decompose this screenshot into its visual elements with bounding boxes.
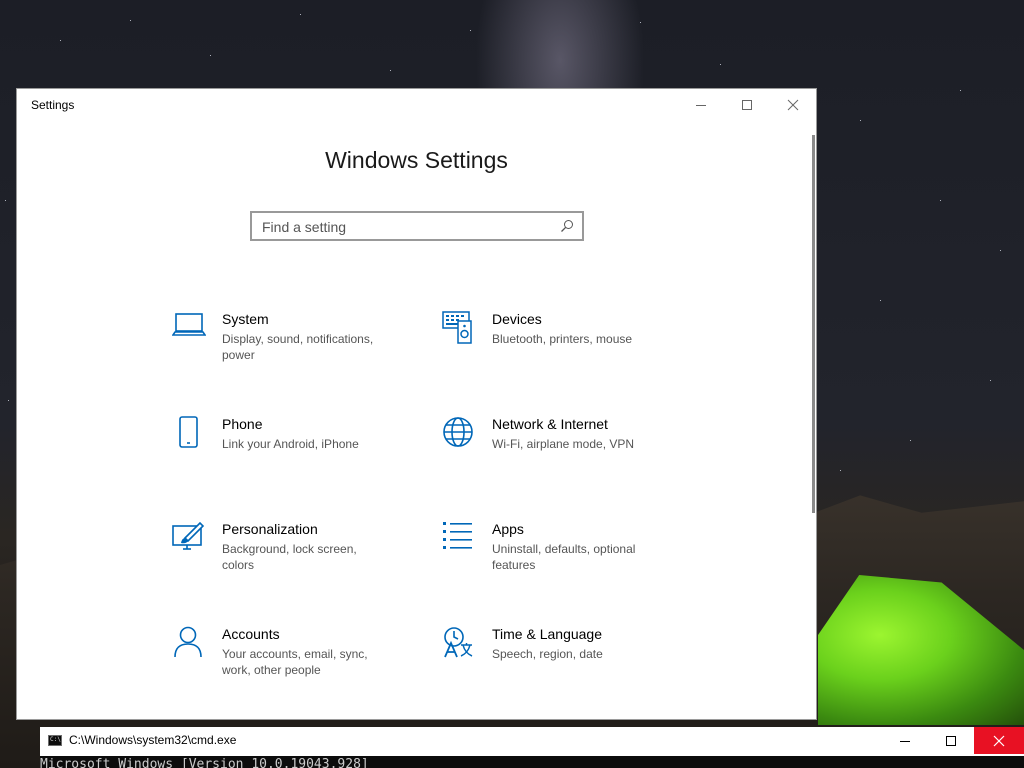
cmd-output-line: Microsoft Windows [Version 10.0.19043.92… [40, 757, 369, 768]
paint-brush-icon [172, 521, 205, 550]
settings-titlebar[interactable]: Settings [17, 89, 816, 121]
maximize-icon [946, 735, 956, 746]
tile-description: Background, lock screen, colors [222, 542, 357, 572]
globe-icon [443, 417, 473, 447]
tile-description: Display, sound, notifications, power [222, 332, 374, 362]
tile-name: Network & Internet [492, 416, 608, 432]
tile-name: Time & Language [492, 626, 602, 642]
close-icon [787, 99, 799, 111]
search-box[interactable] [250, 211, 584, 241]
cmd-icon: C:\ [48, 735, 62, 746]
tile-phone[interactable]: Phone Link your Android, iPhone [172, 416, 422, 496]
cmd-minimize-button[interactable] [882, 727, 928, 754]
tile-network-internet[interactable]: Network & Internet Wi-Fi, airplane mode,… [442, 416, 692, 496]
cmd-console[interactable]: Microsoft Windows [Version 10.0.19043.92… [40, 756, 1024, 768]
tile-description: Your accounts, email, sync, work, other … [222, 647, 368, 677]
vertical-scrollbar[interactable] [812, 135, 815, 513]
phone-icon [179, 416, 198, 448]
tile-personalization[interactable]: Personalization Background, lock screen,… [172, 521, 422, 601]
maximize-button[interactable] [724, 89, 770, 121]
tile-name: Phone [222, 416, 263, 432]
cmd-titlebar[interactable]: C:\ C:\Windows\system32\cmd.exe [40, 727, 1024, 754]
minimize-button[interactable] [678, 89, 724, 121]
cmd-window-title: C:\Windows\system32\cmd.exe [69, 733, 237, 747]
devices-icon [442, 311, 472, 344]
tile-description: Wi-Fi, airplane mode, VPN [492, 437, 635, 451]
cmd-maximize-button[interactable] [928, 727, 974, 754]
cmd-window: C:\ C:\Windows\system32\cmd.exe Microsof… [40, 727, 1024, 768]
settings-window: Settings Windows Settings System Display… [16, 88, 817, 720]
tile-name: Personalization [222, 521, 318, 537]
tile-description: Link your Android, iPhone [222, 437, 359, 451]
search-icon[interactable] [560, 219, 574, 233]
minimize-icon [696, 105, 706, 106]
cmd-close-button[interactable] [974, 727, 1024, 754]
tile-devices[interactable]: Devices Bluetooth, printers, mouse [442, 311, 692, 391]
apps-list-icon [443, 522, 472, 549]
tile-system[interactable]: System Display, sound, notifications, po… [172, 311, 422, 391]
person-icon [174, 626, 202, 658]
tile-apps[interactable]: Apps Uninstall, defaults, optional featu… [442, 521, 692, 601]
tile-name: Devices [492, 311, 542, 327]
close-icon [993, 735, 1005, 746]
page-title: Windows Settings [325, 147, 508, 173]
close-button[interactable] [770, 89, 816, 121]
maximize-icon [742, 100, 752, 110]
tile-accounts[interactable]: Accounts Your accounts, email, sync, wor… [172, 626, 422, 706]
cmd-icon-label: C:\ [50, 736, 61, 743]
tile-description: Speech, region, date [492, 647, 603, 661]
window-title: Settings [31, 98, 75, 112]
tile-time-language[interactable]: Time & Language Speech, region, date [442, 626, 692, 706]
time-language-icon [444, 627, 473, 658]
search-input[interactable] [262, 217, 552, 237]
minimize-icon [900, 740, 910, 742]
tile-description: Bluetooth, printers, mouse [492, 332, 633, 346]
tile-name: System [222, 311, 269, 327]
tile-description: Uninstall, defaults, optional features [492, 542, 636, 572]
tile-name: Accounts [222, 626, 280, 642]
tile-name: Apps [492, 521, 524, 537]
laptop-icon [172, 313, 206, 336]
